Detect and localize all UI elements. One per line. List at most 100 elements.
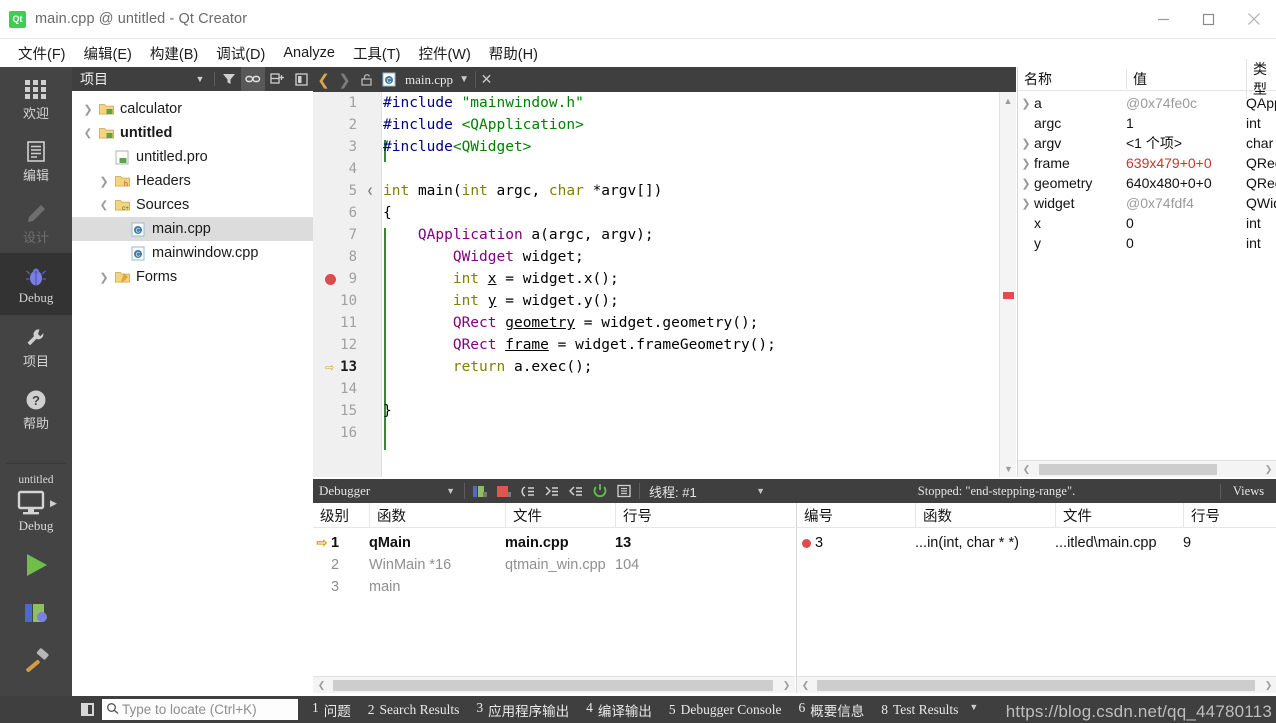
mode-projects[interactable]: 项目 (0, 315, 72, 377)
tree-item-untitled-pro[interactable]: untitled.pro (72, 145, 313, 169)
mode-debug[interactable]: Debug (0, 253, 72, 315)
tree-item-main-cpp[interactable]: C main.cpp (72, 217, 313, 241)
column-header-function[interactable]: 函数 (369, 502, 505, 528)
breakpoints-horizontal-scrollbar[interactable]: ❮ ❯ (797, 676, 1276, 693)
dock-icon[interactable] (289, 67, 313, 91)
close-icon[interactable] (1231, 0, 1276, 39)
debugger-view-selector[interactable]: Debugger ▼ (313, 483, 461, 499)
column-header-value[interactable]: 值 (1126, 68, 1246, 89)
menu-analyze[interactable]: Analyze (274, 42, 344, 64)
link-sync-icon[interactable] (241, 67, 265, 91)
mode-edit[interactable]: 编辑 (0, 129, 72, 191)
step-over-icon[interactable] (516, 479, 540, 503)
breakpoint-marker[interactable] (325, 273, 336, 285)
expand-chevron-icon[interactable]: ❯ (1018, 157, 1034, 170)
continue-icon[interactable] (468, 479, 492, 503)
scroll-down-icon[interactable]: ▼ (1000, 460, 1016, 477)
stack-horizontal-scrollbar[interactable]: ❮ ❯ (313, 676, 795, 693)
tree-item-untitled[interactable]: ❮ untitled (72, 121, 313, 145)
variable-row[interactable]: ❯ a @0x74fe0c QApp (1018, 93, 1276, 113)
tree-item-headers[interactable]: ❯ h Headers (72, 169, 313, 193)
toggle-sidebar-icon[interactable] (74, 699, 100, 721)
column-header-name[interactable]: 名称 (1018, 69, 1126, 89)
code-line[interactable]: 3 #include<QWidget> (313, 136, 1016, 158)
fold-marker-icon[interactable]: ❮ (363, 186, 377, 197)
scroll-right-icon[interactable]: ❯ (1260, 680, 1276, 691)
variable-row[interactable]: y 0 int (1018, 233, 1276, 253)
minimize-icon[interactable] (1141, 0, 1186, 39)
code-line[interactable]: 4 (313, 158, 1016, 180)
chevron-right-icon[interactable]: ❯ (80, 103, 96, 116)
code-line[interactable]: 2 #include <QApplication> (313, 114, 1016, 136)
tree-item-mainwindow-cpp[interactable]: C mainwindow.cpp (72, 241, 313, 265)
expand-chevron-icon[interactable]: ❯ (1018, 137, 1034, 150)
column-header-line[interactable]: 行号 (1183, 502, 1276, 528)
back-navigate-icon[interactable]: ❮ (313, 71, 334, 89)
column-header-file[interactable]: 文件 (505, 502, 615, 528)
menu-debug[interactable]: 调试(D) (207, 40, 274, 67)
instruction-step-icon[interactable] (612, 479, 636, 503)
thread-selector[interactable]: 线程: #1 ▼ (643, 482, 773, 501)
scroll-right-icon[interactable]: ❯ (778, 680, 795, 691)
variables-horizontal-scrollbar[interactable]: ❮ ❯ (1018, 460, 1276, 477)
kit-selector[interactable]: ▶ (0, 490, 72, 516)
mode-help[interactable]: ? 帮助 (0, 377, 72, 439)
scroll-left-icon[interactable]: ❮ (1018, 464, 1035, 475)
stack-row[interactable]: 3 main (313, 576, 795, 598)
variable-row[interactable]: ❯ widget @0x74fdf4 QWid (1018, 193, 1276, 213)
step-out-icon[interactable] (564, 479, 588, 503)
expand-chevron-icon[interactable]: ❯ (1018, 197, 1034, 210)
scroll-left-icon[interactable]: ❮ (313, 680, 330, 691)
close-document-icon[interactable]: ✕ (475, 71, 497, 88)
views-button[interactable]: Views (1220, 483, 1276, 499)
maximize-icon[interactable] (1186, 0, 1231, 39)
menu-build[interactable]: 构建(B) (141, 40, 207, 67)
chevron-down-icon[interactable]: ▼ (453, 74, 475, 85)
code-line[interactable]: ⇨ 13 return a.exec(); (313, 356, 1016, 378)
output-pane-general-messages[interactable]: 6 概要信息 (798, 700, 864, 720)
column-header-type[interactable]: 类型 (1246, 58, 1276, 99)
scroll-up-icon[interactable]: ▲ (1000, 92, 1016, 109)
run-button[interactable] (21, 550, 51, 585)
tree-item-sources[interactable]: ❮ c+ Sources (72, 193, 313, 217)
code-line[interactable]: 1 #include "mainwindow.h" (313, 92, 1016, 114)
menu-tools[interactable]: 工具(T) (344, 40, 410, 67)
step-into-icon[interactable] (540, 479, 564, 503)
code-line[interactable]: 6 { (313, 202, 1016, 224)
code-line[interactable]: 5 ❮ int main(int argc, char *argv[]) (313, 180, 1016, 202)
column-header-line[interactable]: 行号 (615, 502, 795, 528)
variable-row[interactable]: ❯ argv <1 个项> char (1018, 133, 1276, 153)
variable-row[interactable]: ❯ frame 639x479+0+0 QRec (1018, 153, 1276, 173)
locator-input[interactable]: Type to locate (Ctrl+K) (102, 699, 298, 720)
restart-icon[interactable] (588, 479, 612, 503)
chevron-right-icon[interactable]: ❯ (96, 271, 112, 284)
filter-icon[interactable] (217, 67, 241, 91)
scroll-right-icon[interactable]: ❯ (1260, 464, 1276, 475)
tree-item-calculator[interactable]: ❯ calculator (72, 97, 313, 121)
code-line[interactable]: 8 QWidget widget; (313, 246, 1016, 268)
output-pane-search-results[interactable]: 2 Search Results (368, 702, 460, 718)
editor-body[interactable]: 1 #include "mainwindow.h" 2 #include <QA… (313, 92, 1016, 477)
expand-chevron-icon[interactable]: ❯ (1018, 177, 1034, 190)
code-line[interactable]: 15 } (313, 400, 1016, 422)
stack-row[interactable]: ⇨ 1 qMain main.cpp 13 (313, 532, 795, 554)
variable-row[interactable]: ❯ geometry 640x480+0+0 QRec (1018, 173, 1276, 193)
debug-button[interactable] (21, 599, 51, 632)
chevron-down-icon[interactable]: ❮ (80, 128, 96, 139)
menu-edit[interactable]: 编辑(E) (75, 40, 141, 67)
scrollbar-thumb[interactable] (817, 679, 1255, 691)
column-header-level[interactable]: 级别 (313, 505, 369, 526)
tree-item-forms[interactable]: ❯ Forms (72, 265, 313, 289)
output-pane-debugger-console[interactable]: 5 Debugger Console (669, 702, 782, 718)
breakpoint-row[interactable]: 3 ...in(int, char * *) ...itled\main.cpp… (797, 532, 1276, 554)
scrollbar-thumb[interactable] (1039, 463, 1217, 475)
code-line[interactable]: 7 QApplication a(argc, argv); (313, 224, 1016, 246)
build-button[interactable] (21, 646, 51, 679)
mode-welcome[interactable]: 欢迎 (0, 67, 72, 129)
output-pane-compile-output[interactable]: 4 编译输出 (586, 700, 652, 720)
menu-widgets[interactable]: 控件(W) (409, 40, 479, 67)
code-line[interactable]: 10 int y = widget.y(); (313, 290, 1016, 312)
code-line[interactable]: 16 (313, 422, 1016, 444)
editor-vertical-scrollbar[interactable]: ▲ ▼ (999, 92, 1016, 477)
scrollbar-thumb[interactable] (333, 679, 773, 691)
